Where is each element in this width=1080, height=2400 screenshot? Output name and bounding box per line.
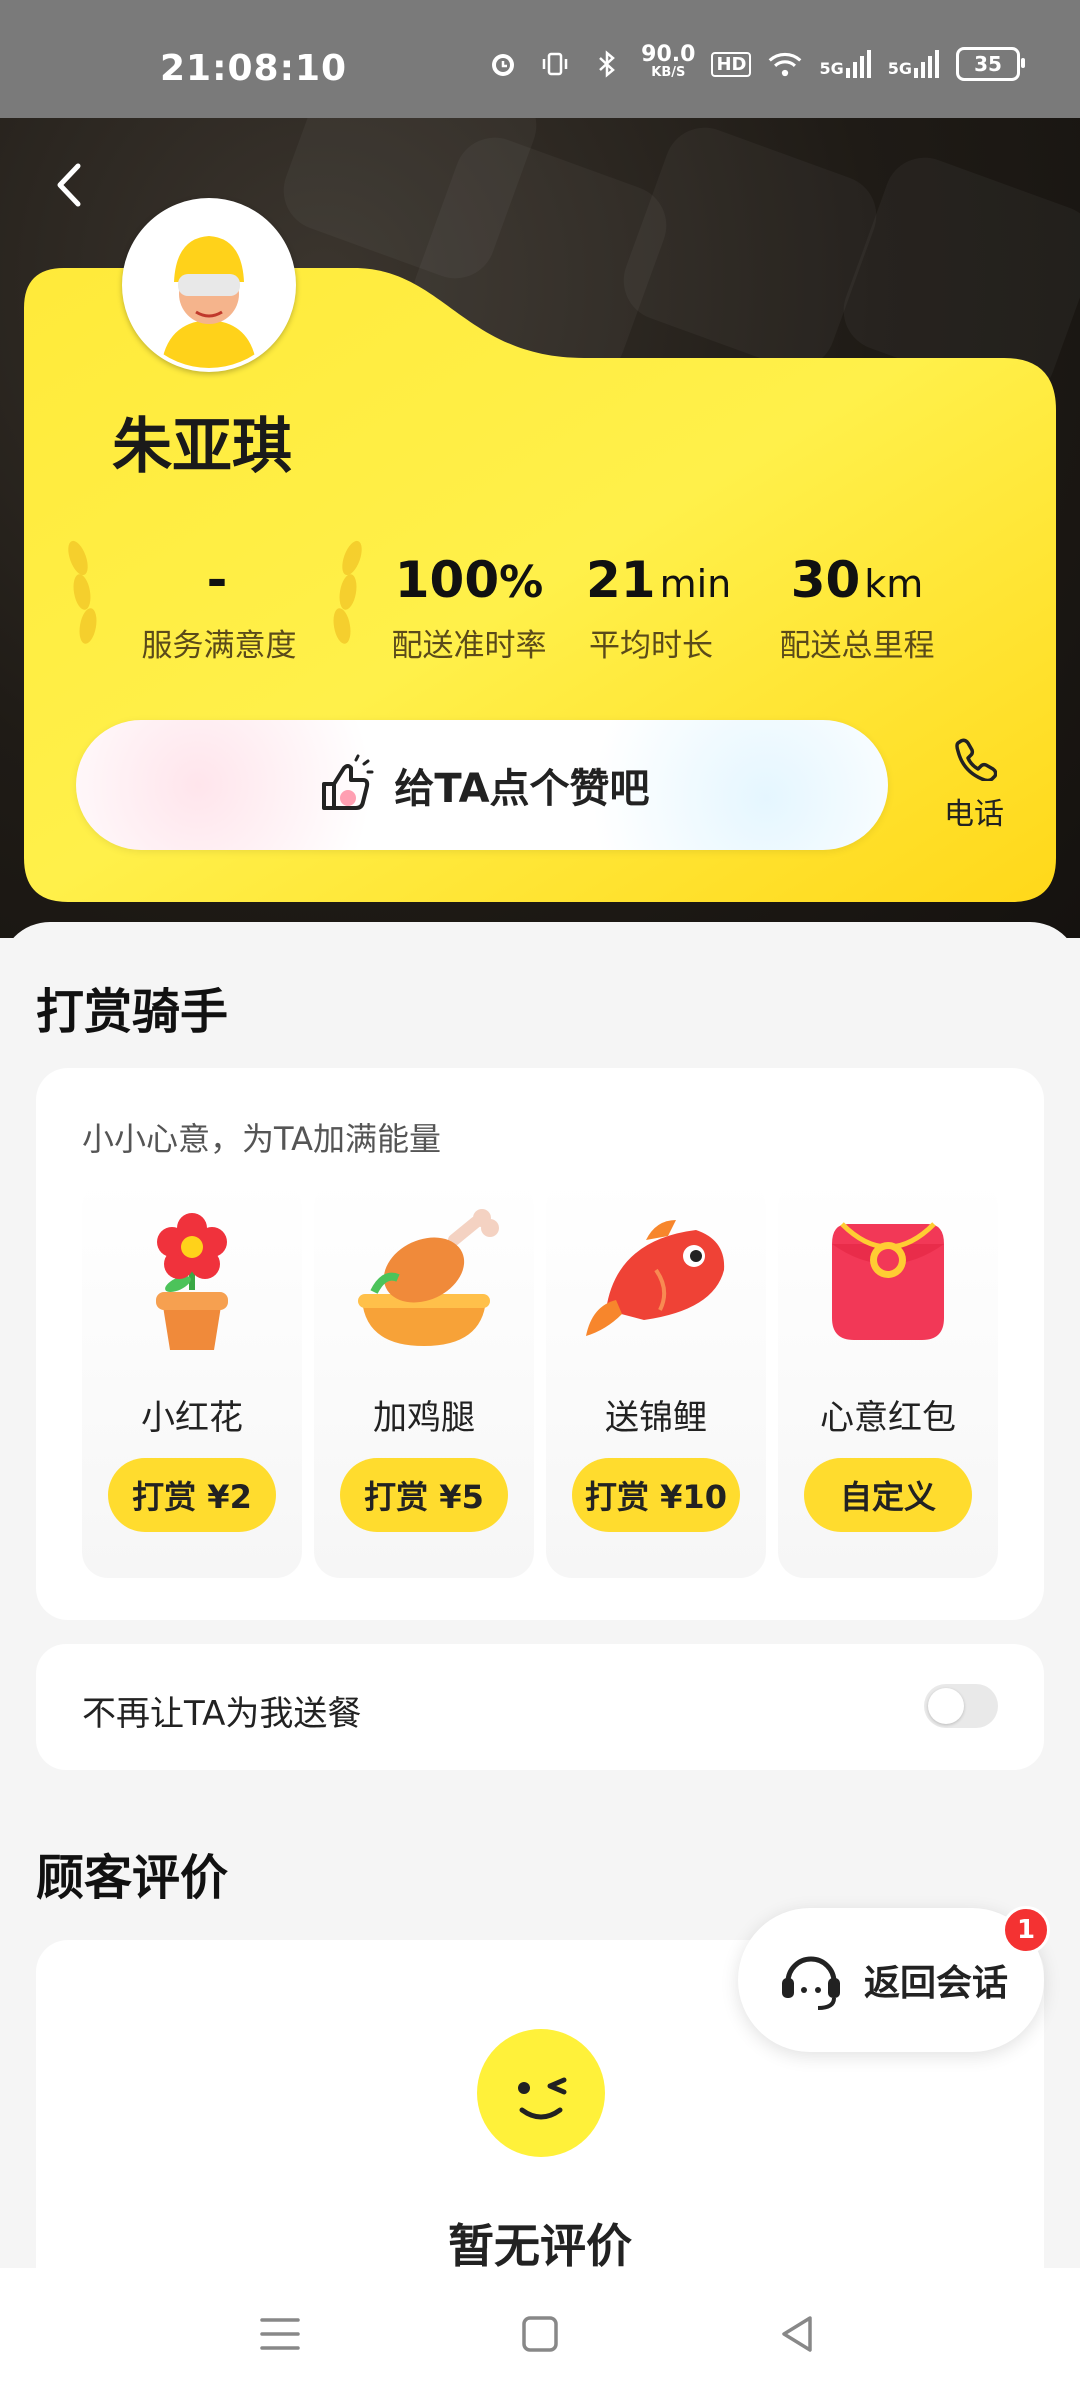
stat-value: 30 km xyxy=(772,548,942,612)
home-nav-button[interactable] xyxy=(514,2308,566,2360)
signal-2: 5G xyxy=(888,50,940,78)
flower-icon xyxy=(156,1213,228,1350)
stat-ontime-rate: 100% 配送准时率 xyxy=(384,548,554,665)
stat-value: - xyxy=(134,548,304,612)
tip-card: 小小心意，为TA加满能量 小红花 打赏 ¥2 加鸡腿 打赏 ¥5 送锦鲤 打赏 … xyxy=(36,1068,1044,1620)
signal-2-label: 5G xyxy=(887,59,912,78)
stat-value: 100% xyxy=(384,548,554,612)
tip-subtitle: 小小心意，为TA加满能量 xyxy=(82,1120,441,1158)
reviews-empty-text: 暂无评价 xyxy=(448,2219,632,2273)
laurel-right-icon xyxy=(333,540,362,644)
back-nav-button[interactable] xyxy=(772,2308,824,2360)
bluetooth-icon xyxy=(589,46,625,82)
net-speed-value: 90.0 xyxy=(641,42,696,67)
status-icons: 90.0 KB/S HD 5G 5G 35 xyxy=(485,42,1025,82)
return-to-chat-label: 返回会话 xyxy=(864,1963,1009,2004)
no-deliver-label: 不再让TA为我送餐 xyxy=(82,1694,362,1734)
like-button[interactable]: 给TA点个赞吧 xyxy=(76,720,888,850)
alarm-icon xyxy=(485,46,521,82)
system-nav-bar xyxy=(0,2268,1080,2400)
rider-avatar xyxy=(122,198,296,372)
drumstick-icon xyxy=(358,1209,499,1346)
stat-number: 100 xyxy=(394,551,500,609)
tip-section-title: 打赏骑手 xyxy=(36,984,229,1040)
stat-label: 配送准时率 xyxy=(391,628,547,664)
hd-badge: HD xyxy=(711,51,752,77)
stat-label: 平均时长 xyxy=(589,628,713,664)
stat-value: 21 min xyxy=(586,548,731,612)
vibrate-icon xyxy=(537,46,573,82)
triangle-back-icon xyxy=(782,2316,812,2352)
stat-number: - xyxy=(206,551,228,609)
status-bar: 21:08:10 90.0 KB/S HD 5G 5G 35 xyxy=(0,0,1080,118)
gift-name: 小红花 xyxy=(141,1398,243,1438)
gift-item-drumstick[interactable]: 加鸡腿 打赏 ¥5 xyxy=(314,1180,534,1578)
thumbs-up-icon xyxy=(322,754,374,810)
koi-icon xyxy=(586,1220,725,1336)
stat-label: 配送总里程 xyxy=(779,628,935,664)
stat-unit: % xyxy=(499,557,544,608)
wifi-icon xyxy=(767,46,803,82)
stat-satisfaction: - 服务满意度 xyxy=(134,548,304,665)
rider-name: 朱亚琪 xyxy=(112,412,292,482)
signal-bars-icon xyxy=(914,50,939,78)
back-button[interactable] xyxy=(40,155,100,215)
red-envelope-icon xyxy=(832,1222,944,1340)
unread-badge: 1 xyxy=(1002,1906,1050,1954)
gift-name: 加鸡腿 xyxy=(373,1398,475,1438)
stat-number: 30 xyxy=(790,551,861,609)
rider-avatar-image xyxy=(126,202,292,368)
status-time: 21:08:10 xyxy=(160,48,348,89)
battery-level: 35 xyxy=(974,52,1002,76)
chevron-left-icon xyxy=(57,163,81,207)
square-home-icon xyxy=(522,2316,558,2352)
phone-icon xyxy=(955,738,998,783)
menu-nav-button[interactable] xyxy=(254,2308,306,2360)
headset-icon xyxy=(782,1956,840,2010)
signal-bars-icon xyxy=(845,50,871,78)
phone-label: 电话 xyxy=(944,797,1004,832)
signal-1-label: 5G xyxy=(819,59,844,78)
stat-avg-duration: 21 min 平均时长 xyxy=(586,548,731,665)
gift-name: 心意红包 xyxy=(820,1398,956,1438)
reviews-section-title: 顾客评价 xyxy=(36,1850,229,1906)
rider-stats: - 服务满意度 100% 配送准时率 21 min 平均时长 30 km 配送总里程 xyxy=(68,540,960,678)
gift-item-flower[interactable]: 小红花 打赏 ¥2 xyxy=(82,1180,302,1578)
phone-button[interactable]: 电话 xyxy=(930,735,1018,833)
like-button-label: 给TA点个赞吧 xyxy=(394,766,650,812)
laurel-left-icon xyxy=(68,540,97,644)
tip-button-5[interactable]: 打赏 ¥5 xyxy=(340,1458,508,1532)
stat-total-distance: 30 km 配送总里程 xyxy=(772,548,942,665)
signal-1: 5G xyxy=(819,50,871,78)
no-deliver-toggle[interactable] xyxy=(924,1684,998,1728)
stat-unit: min xyxy=(659,562,732,606)
tip-button-2[interactable]: 打赏 ¥2 xyxy=(108,1458,276,1532)
net-speed: 90.0 KB/S xyxy=(641,42,696,82)
no-deliver-setting: 不再让TA为我送餐 xyxy=(36,1644,1044,1770)
return-to-chat-button[interactable]: 返回会话 xyxy=(738,1908,1044,2052)
tip-button-custom[interactable]: 自定义 xyxy=(804,1458,972,1532)
menu-icon xyxy=(260,2318,300,2350)
battery-icon: 35 xyxy=(956,47,1025,81)
tip-button-10[interactable]: 打赏 ¥10 xyxy=(572,1458,740,1532)
toggle-knob xyxy=(928,1688,964,1724)
stat-unit: km xyxy=(864,562,924,606)
gift-item-koi[interactable]: 送锦鲤 打赏 ¥10 xyxy=(546,1180,766,1578)
stat-number: 21 xyxy=(586,551,656,609)
stat-label: 服务满意度 xyxy=(141,628,297,664)
wink-face-icon xyxy=(477,2029,605,2157)
gift-name: 送锦鲤 xyxy=(605,1398,707,1438)
gift-item-red-envelope[interactable]: 心意红包 自定义 xyxy=(778,1180,998,1578)
